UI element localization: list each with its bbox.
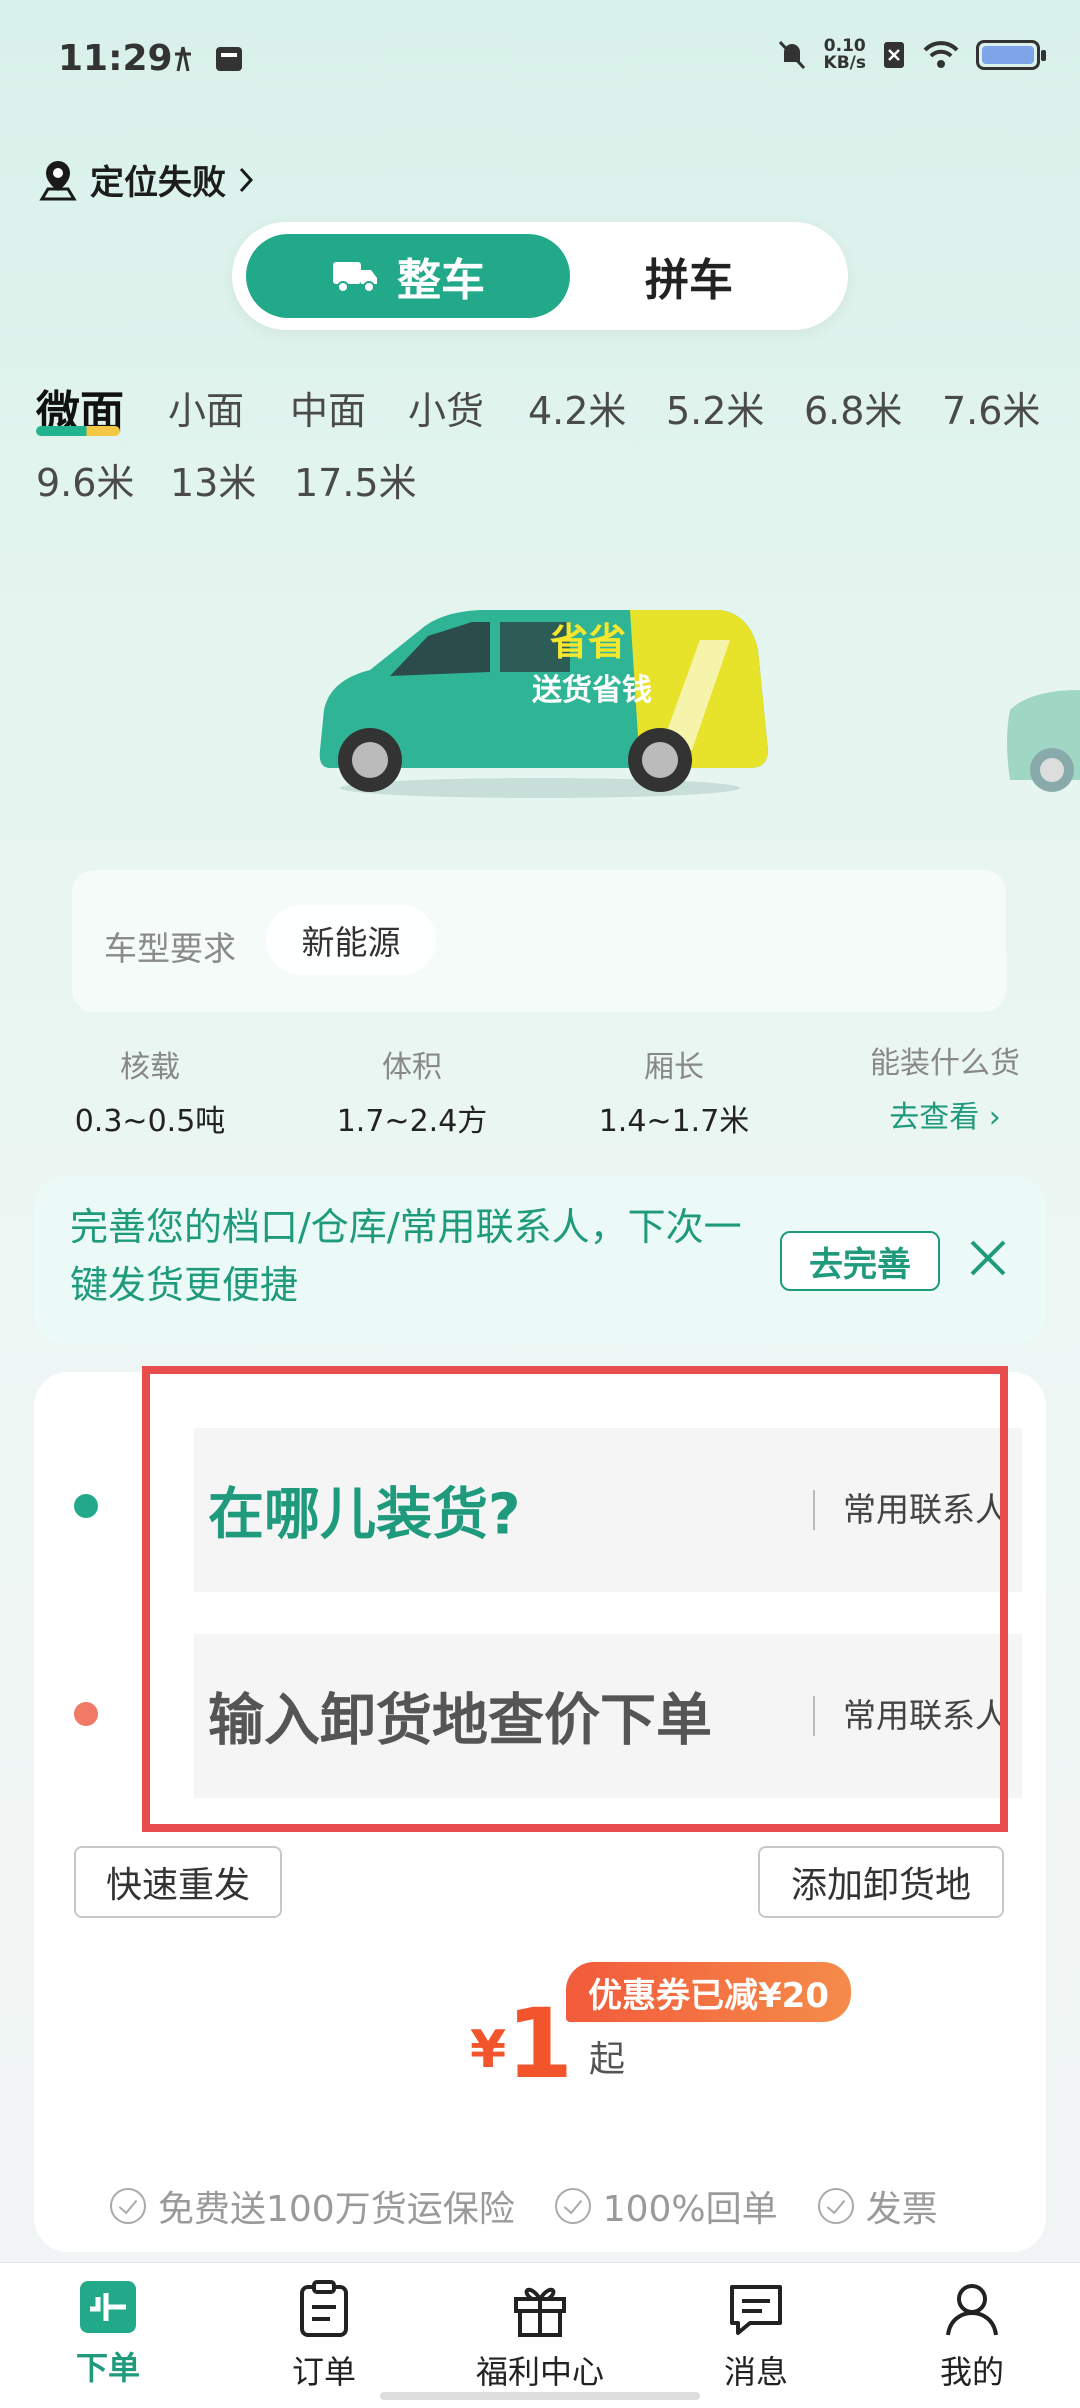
bottom-nav: 下单 订单 福利中心 消息 我的 [0,2262,1080,2408]
wallet-icon [216,47,242,71]
tab-carpool[interactable]: 拼车 [645,234,788,318]
sim-off-icon [884,42,904,68]
nav-label: 消息 [723,2353,788,2391]
van-logo-text: 省省 [550,620,626,664]
order-place-icon [80,2281,136,2333]
spec-key: 核载 [120,1050,180,1085]
nav-welfare-center[interactable]: 福利中心 [432,2263,648,2408]
gift-icon [514,2287,566,2337]
cargo-info[interactable]: 能装什么货 去查看 › [850,1038,1040,1136]
profile-icon [946,2284,998,2336]
cargo-info-key: 能装什么货 [870,1046,1020,1081]
benefit-insurance: 免费送100万货运保险 [110,2180,515,2232]
status-left-icons [170,44,244,74]
spec-load: 核载 0.3~0.5吨 [60,1042,240,1140]
spec-key: 体积 [382,1050,442,1085]
pickup-dot [74,1494,98,1518]
spec-key: 厢长 [644,1050,704,1085]
tab-whole-truck-label: 整车 [397,255,485,306]
vehicle-tab[interactable]: 4.2米 [528,380,626,435]
price-suffix: 起 [588,2039,625,2080]
banner-text: 完善您的档口/仓库/常用联系人，下次一键发货更便捷 [70,1205,742,1307]
nav-label: 下单 [75,2349,140,2387]
location-selector[interactable]: 定位失败 [38,155,254,204]
benefit-label: 免费送100万货运保险 [158,2189,515,2230]
spec-value: 1.7~2.4方 [336,1104,488,1139]
add-dropoff-button[interactable]: 添加卸货地 [758,1846,1004,1918]
vehicle-tab[interactable]: 7.6米 [942,380,1040,435]
check-circle-icon [110,2188,146,2224]
tab-carpool-label: 拼车 [645,255,733,306]
close-icon[interactable] [966,1236,1010,1280]
vehicle-tab[interactable]: 小面 [168,380,244,435]
mode-switch: 整车 拼车 [232,222,848,330]
highlight-box [142,1366,1008,1832]
battery-icon [976,40,1046,70]
network-speed: 0.10 KB/s [824,38,866,72]
vehicle-tab[interactable]: 17.5米 [294,452,417,507]
vehicle-tab[interactable]: 9.6米 [36,452,134,507]
status-right-icons: 0.10 KB/s [776,38,1046,72]
nav-label: 我的 [939,2353,1004,2391]
nav-place-order[interactable]: 下单 [0,2263,216,2408]
spec-volume: 体积 1.7~2.4方 [322,1042,502,1140]
chevron-right-icon [239,167,254,192]
requirement-label: 车型要求 [104,929,236,968]
dropoff-dot [74,1702,98,1726]
price-currency: ¥ [470,2020,507,2080]
mute-bell-icon [778,40,805,70]
benefit-invoice: 发票 [817,2180,938,2232]
clipboard-icon [300,2280,348,2337]
nav-orders[interactable]: 订单 [216,2263,432,2408]
price-value: 1 [506,1988,573,2100]
tab-whole-truck[interactable]: 整车 [246,234,570,318]
price-display: ¥ 1 起 [470,1996,625,2092]
home-indicator[interactable] [380,2392,700,2400]
van-slogan-text: 送货省钱 [532,673,652,708]
check-circle-icon [554,2188,591,2224]
benefit-label: 100%回单 [602,2189,778,2230]
location-label: 定位失败 [90,163,226,203]
vehicle-tab[interactable]: 小货 [408,380,484,435]
vehicle-image: 省省 送货省钱 [300,600,780,804]
fan-icon [175,46,191,72]
spec-length: 厢长 1.4~1.7米 [584,1042,764,1140]
nav-label: 福利中心 [475,2353,604,2391]
message-icon [730,2285,782,2335]
active-tab-underline [36,426,120,436]
benefit-receipt: 100%回单 [554,2180,778,2232]
check-circle-icon [817,2188,854,2224]
vehicle-tab[interactable]: 5.2米 [666,380,764,435]
nav-label: 订单 [291,2353,356,2391]
spec-value: 0.3~0.5吨 [74,1104,226,1139]
cargo-info-link[interactable]: 去查看 › [850,1092,1040,1136]
next-vehicle-peek [1000,680,1080,804]
benefit-label: 发票 [865,2189,938,2230]
spec-value: 1.4~1.7米 [598,1104,750,1139]
vehicle-tab[interactable]: 13米 [170,452,256,507]
status-time: 11:29 [58,38,173,79]
nav-profile[interactable]: 我的 [864,2263,1080,2408]
complete-profile-button[interactable]: 去完善 [780,1231,940,1291]
truck-icon [333,262,377,293]
requirement-chip-new-energy[interactable]: 新能源 [266,905,436,975]
quick-resend-button[interactable]: 快速重发 [74,1846,282,1918]
vehicle-tab[interactable]: 中面 [290,380,366,435]
wifi-icon [923,41,959,68]
vehicle-tab[interactable]: 6.8米 [804,380,902,435]
nav-messages[interactable]: 消息 [648,2263,864,2408]
location-pin-icon [39,160,77,200]
netspeed-unit: KB/s [823,53,866,73]
benefits-row: 免费送100万货运保险 100%回单 发票 [110,2180,938,2232]
